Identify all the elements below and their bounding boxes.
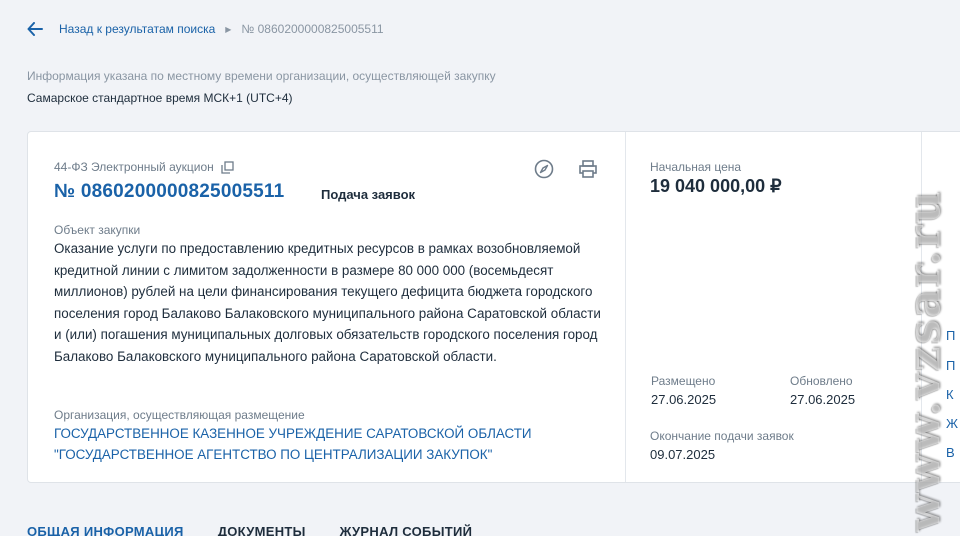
chevron-right-icon: ▶: [225, 24, 232, 34]
organization-link[interactable]: ГОСУДАРСТВЕННОЕ КАЗЕННОЕ УЧРЕЖДЕНИЕ САРА…: [54, 423, 574, 465]
price-label: Начальная цена: [650, 160, 742, 174]
column-divider: [625, 132, 626, 482]
deadline-label: Окончание подачи заявок: [650, 429, 794, 443]
procurement-main-info: 44-ФЗ Электронный аукцион № 086020000082…: [28, 132, 625, 482]
tab-documents[interactable]: ДОКУМЕНТЫ: [218, 524, 306, 536]
breadcrumb-current: № 0860200000825005511: [241, 22, 384, 36]
posted-value: 27.06.2025: [651, 392, 717, 407]
tab-general-info[interactable]: ОБЩАЯ ИНФОРМАЦИЯ: [27, 524, 184, 536]
law-type-label: 44-ФЗ Электронный аукцион: [54, 160, 214, 174]
price-value: 19 040 000,00 ₽: [650, 176, 782, 196]
back-to-search-link[interactable]: Назад к результатам поиска: [59, 22, 215, 36]
timezone-note: Информация указана по местному времени о…: [27, 69, 496, 83]
procurement-number[interactable]: № 0860200000825005511: [54, 181, 284, 203]
procurement-status: Подача заявок: [321, 187, 416, 202]
deadline-value: 09.07.2025: [650, 447, 716, 462]
object-label: Объект закупки: [54, 223, 141, 237]
object-description: Оказание услуги по предоставлению кредит…: [54, 241, 601, 364]
back-arrow-icon[interactable]: [27, 20, 45, 38]
timezone-value: Самарское стандартное время МСК+1 (UTC+4…: [27, 91, 293, 105]
compass-icon[interactable]: [533, 158, 555, 180]
print-icon[interactable]: [577, 158, 599, 180]
law-type: 44-ФЗ Электронный аукцион: [54, 160, 234, 174]
tab-bar: ОБЩАЯ ИНФОРМАЦИЯ ДОКУМЕНТЫ ЖУРНАЛ СОБЫТИ…: [27, 524, 472, 536]
watermark-text: www.vzsar.ru: [899, 189, 951, 531]
breadcrumb: Назад к результатам поиска ▶ № 086020000…: [27, 20, 384, 38]
tab-event-log[interactable]: ЖУРНАЛ СОБЫТИЙ: [340, 524, 473, 536]
procurement-card: 44-ФЗ Электронный аукцион № 086020000082…: [27, 131, 960, 483]
organization-label: Организация, осуществляющая размещение: [54, 408, 305, 422]
updated-label: Обновлено: [790, 374, 853, 388]
copy-icon[interactable]: [221, 160, 234, 174]
watermark: www.vzsar.ru: [895, 189, 955, 531]
posted-label: Размещено: [651, 374, 716, 388]
updated-value: 27.06.2025: [790, 392, 856, 407]
